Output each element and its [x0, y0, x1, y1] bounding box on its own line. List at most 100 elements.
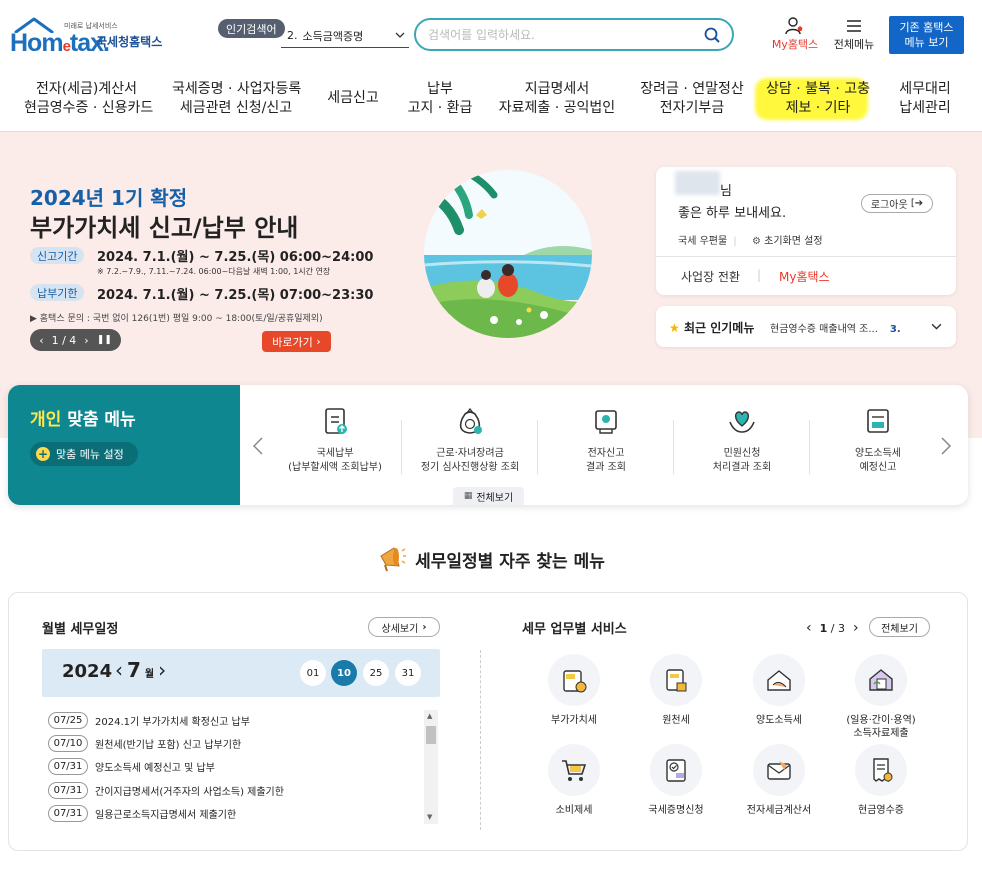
chevron-left-icon[interactable]	[252, 436, 264, 456]
recent-popular-item[interactable]: 현금영수증 매출내역 조... 3.	[770, 320, 901, 335]
tax-mail-label: 국세 우편물	[678, 236, 728, 247]
service-item-capital-gains[interactable]: 양도소득세	[724, 654, 834, 727]
service-item-income-data[interactable]: (일용·간이·용역) 소득자료제출	[826, 654, 936, 740]
logout-icon: [➔	[910, 198, 924, 209]
label-line1: 근로·자녀장려금	[436, 448, 504, 459]
schedule-item[interactable]: 07/10 원천세(반기납 포함) 신고 납부기한	[48, 735, 241, 752]
legacy-menu-line2: 메뉴 보기	[904, 36, 949, 49]
service-item-vat[interactable]: 부가가치세	[519, 654, 629, 727]
my-hometax-link[interactable]: My홈택스	[779, 268, 830, 285]
custom-menu-view-all[interactable]: ▦ 전체보기	[453, 487, 524, 505]
schedule-detail-button[interactable]: 상세보기 ›	[368, 617, 440, 637]
heart-hands-icon	[729, 411, 755, 433]
gnb-label-1: 세금신고	[327, 90, 379, 106]
schedule-date: 07/31	[48, 758, 88, 775]
gnb-item-agent[interactable]: 세무대리 납세관리	[888, 80, 962, 118]
service-icon-circle	[753, 654, 805, 706]
pause-icon[interactable]: ❚❚	[97, 335, 112, 345]
business-switch-button[interactable]: 사업장 전환	[681, 268, 740, 285]
gnb-item-statements[interactable]: 지급명세서 자료제출 · 공익법인	[498, 80, 616, 118]
calendar-day-button-selected[interactable]: 10	[331, 660, 357, 686]
gnb-item-consult[interactable]: 상담 · 불복 · 고충 제보 · 기타	[762, 80, 874, 118]
chevron-left-icon[interactable]: ‹	[39, 334, 43, 347]
service-label: 전자세금계산서	[724, 804, 834, 817]
banner-page-indicator: 1 / 4	[51, 333, 77, 347]
schedule-item[interactable]: 07/31 양도소득세 예정신고 및 납부	[48, 758, 215, 775]
detail-label: 상세보기	[381, 623, 419, 635]
init-screen-setting-link[interactable]: ⚙ 초기화면 설정	[752, 232, 823, 247]
search-input[interactable]	[428, 27, 704, 42]
chevron-down-icon[interactable]	[931, 323, 942, 331]
custom-menu-setting-button[interactable]: + 맞춤 메뉴 설정	[30, 442, 138, 466]
gnb-label-1: 국세증명 · 사업자등록	[172, 81, 302, 97]
service-item-withholding[interactable]: 원천세	[621, 654, 731, 727]
custom-menu-item-e-filing[interactable]: 전자신고 결과 조회	[538, 404, 674, 475]
popular-search-term: 소득금액증명	[302, 29, 364, 43]
service-pager: ‹ 1 / 3 ›	[806, 620, 859, 636]
custom-menu-item-tax-payment[interactable]: 국세납부 (납부할세액 조회납부)	[267, 404, 403, 475]
recent-popular-title: ★ 최근 인기메뉴	[669, 319, 754, 336]
chevron-left-icon[interactable]: ‹	[115, 658, 123, 682]
chevron-right-icon: ›	[422, 621, 427, 633]
custom-menu-label: 국세납부 (납부할세액 조회납부)	[267, 447, 403, 475]
calendar-day-button[interactable]: 25	[363, 660, 389, 686]
logout-label: 로그아웃	[870, 200, 908, 211]
envelope-money-icon	[767, 761, 791, 780]
service-view-all-button[interactable]: 전체보기	[869, 617, 930, 637]
popular-search-select[interactable]: 2. 소득금액증명	[281, 24, 409, 48]
custom-menu-item-civil-petition[interactable]: 민원신청 처리결과 조회	[674, 404, 810, 475]
schedule-date: 07/31	[48, 805, 88, 822]
logout-button[interactable]: 로그아웃 [➔	[861, 194, 933, 213]
filing-period-value: 2024. 7.1.(월) ~ 7.25.(목) 06:00~24:00	[97, 250, 374, 265]
gnb-label-2: 고지 · 환급	[407, 100, 473, 116]
all-menu-button[interactable]: 전체메뉴	[830, 17, 878, 52]
gnb-item-certificate[interactable]: 국세증명 · 사업자등록세금관련 신청/신고	[172, 80, 302, 118]
chevron-right-icon[interactable]: ›	[158, 658, 166, 682]
tax-mail-link[interactable]: 국세 우편물 |	[678, 232, 737, 247]
scroll-down-icon[interactable]: ▼	[427, 813, 432, 821]
service-label: 원천세	[621, 714, 731, 727]
schedule-item[interactable]: 07/31 간이지급명세서(거주자의 사업소득) 제출기한	[48, 782, 284, 799]
init-screen-setting-label: 초기화면 설정	[764, 236, 823, 247]
gnb-label-2: 납세관리	[899, 100, 951, 116]
custom-menu-item-incentive[interactable]: 근로·자녀장려금 정기 심사진행상황 조회	[402, 404, 538, 475]
schedule-text: 원천세(반기납 포함) 신고 납부기한	[95, 740, 242, 751]
document-upload-icon	[325, 408, 347, 434]
scrollbar-thumb[interactable]	[426, 726, 436, 744]
gnb-item-einvoice[interactable]: 전자(세금)계산서 현금영수증 · 신용카드	[24, 80, 153, 118]
schedule-item[interactable]: 07/25 2024.1기 부가가치세 확정신고 납부	[48, 712, 250, 729]
service-item-tax-certificate[interactable]: 국세증명신청	[621, 744, 731, 817]
gear-icon: ⚙	[752, 236, 761, 247]
search-icon[interactable]	[704, 27, 720, 43]
gnb-item-tax-return[interactable]: 세금신고	[322, 89, 384, 108]
my-hometax-button[interactable]: My홈택스	[768, 17, 822, 52]
chevron-right-icon[interactable]: ›	[853, 620, 859, 636]
filing-period-badge: 신고기간	[30, 247, 85, 264]
schedule-date: 07/10	[48, 735, 88, 752]
label-line1: 양도소득세	[855, 448, 901, 459]
label-line1: 국세납부	[316, 448, 354, 459]
view-all-label: 전체보기	[476, 492, 514, 504]
service-by-task-title: 세무 업무별 서비스	[522, 622, 627, 637]
service-item-excise[interactable]: 소비제세	[519, 744, 629, 817]
schedule-item[interactable]: 07/31 일용근로소득지급명세서 제출기한	[48, 805, 236, 822]
hometax-logo[interactable]: 미래로 납세서비스 Hom e tax. 국세청홈택스	[10, 17, 190, 57]
chevron-right-icon[interactable]: ›	[84, 334, 88, 347]
calendar-day-button[interactable]: 01	[300, 660, 326, 686]
gnb-item-payment[interactable]: 납부 고지 · 환급	[406, 80, 474, 118]
custom-menu-item-capital-gains[interactable]: 양도소득세 예정신고	[810, 404, 946, 475]
schedule-text: 양도소득세 예정신고 및 납부	[95, 763, 215, 774]
schedule-text: 일용근로소득지급명세서 제출기한	[95, 810, 237, 821]
calendar-day-button[interactable]: 31	[395, 660, 421, 686]
money-bag-icon	[459, 407, 482, 434]
service-icon-circle	[855, 744, 907, 796]
legacy-menu-button[interactable]: 기존 홈택스 메뉴 보기	[889, 16, 964, 54]
service-icon-circle	[753, 744, 805, 796]
service-item-e-tax-invoice[interactable]: 전자세금계산서	[724, 744, 834, 817]
gnb-item-incentive[interactable]: 장려금 · 연말정산 전자기부금	[638, 80, 746, 118]
gnb-label-2: 세금관련 신청/신고	[179, 100, 293, 116]
service-item-cash-receipt[interactable]: 현금영수증	[826, 744, 936, 817]
scroll-up-icon[interactable]: ▲	[427, 712, 432, 720]
chevron-left-icon[interactable]: ‹	[806, 620, 812, 636]
banner-go-button[interactable]: 바로가기 ›	[262, 331, 331, 352]
